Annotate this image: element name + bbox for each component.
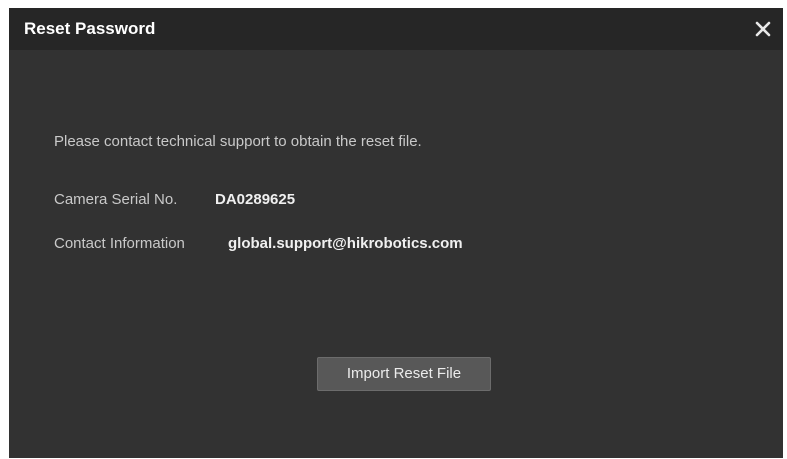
close-icon: [755, 21, 771, 37]
dialog-titlebar: Reset Password: [9, 8, 783, 50]
import-reset-file-button[interactable]: Import Reset File: [317, 357, 491, 391]
reset-password-dialog: Reset Password Please contact technical …: [9, 8, 783, 458]
contact-info-label: Contact Information: [54, 235, 185, 252]
contact-info-value: global.support@hikrobotics.com: [228, 235, 463, 252]
close-button[interactable]: [751, 17, 775, 41]
dialog-title: Reset Password: [24, 19, 156, 38]
serial-number-label: Camera Serial No.: [54, 191, 178, 208]
instruction-message: Please contact technical support to obta…: [54, 133, 422, 150]
serial-number-value: DA0289625: [215, 191, 296, 208]
page-background: Reset Password Please contact technical …: [0, 0, 787, 459]
